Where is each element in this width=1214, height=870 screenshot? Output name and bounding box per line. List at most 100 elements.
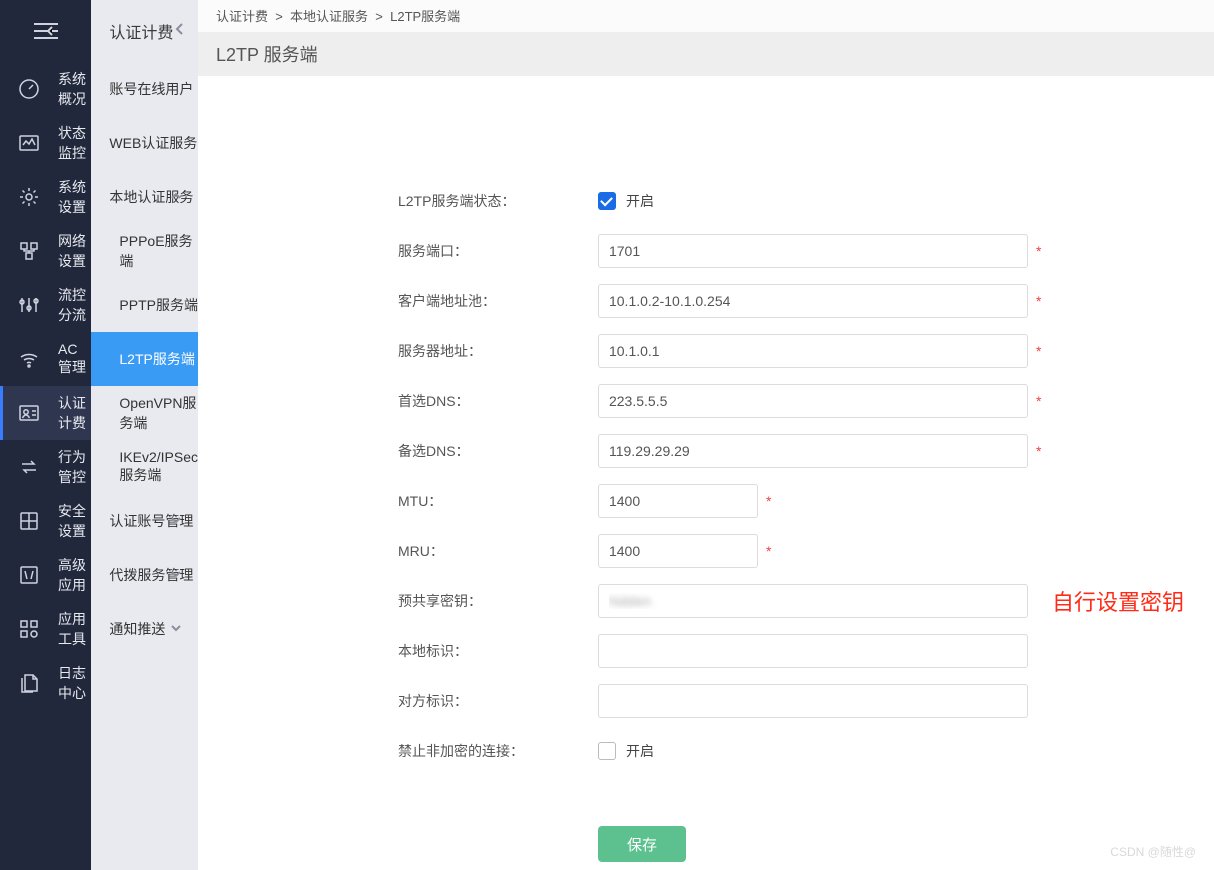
- gear-icon: [18, 186, 40, 208]
- required-mark: *: [1036, 243, 1041, 259]
- dns1-input[interactable]: [598, 384, 1028, 418]
- secondary-nav-title-text: 认证计费: [109, 19, 173, 43]
- log-icon: [18, 672, 40, 694]
- row-dns2: 备选DNS： *: [198, 426, 1184, 476]
- app-icon: [18, 564, 40, 586]
- nav1-item-11[interactable]: 日志中心: [0, 656, 91, 710]
- status-checkbox[interactable]: [598, 192, 616, 210]
- port-input[interactable]: [598, 234, 1028, 268]
- nav2-item-1[interactable]: WEB认证服务: [91, 116, 198, 170]
- label-port: 服务端口：: [398, 241, 598, 261]
- breadcrumb-item[interactable]: 本地认证服务: [290, 9, 368, 24]
- monitor-icon: [18, 132, 40, 154]
- main-content: 认证计费 > 本地认证服务 > L2TP服务端 L2TP 服务端 L2TP服务端…: [198, 0, 1214, 870]
- nav2-sub-2-2[interactable]: L2TP服务端: [91, 332, 198, 386]
- label-mru: MRU：: [398, 541, 598, 561]
- required-mark: *: [1036, 293, 1041, 309]
- mtu-input[interactable]: [598, 484, 758, 518]
- nav1-item-0[interactable]: 系统概况: [0, 62, 91, 116]
- nav1-item-label: 认证计费: [58, 393, 91, 433]
- primary-nav: 系统概况状态监控系统设置网络设置流控分流 AC管理认证计费行为管控安全设置高级应用…: [0, 0, 91, 870]
- chevron-up-icon: [170, 189, 182, 205]
- label-dns1: 首选DNS：: [398, 391, 598, 411]
- nav1-item-label: 系统概况: [58, 69, 91, 109]
- nav1-item-label: 状态监控: [58, 123, 91, 163]
- nav1-item-4[interactable]: 流控分流: [0, 278, 91, 332]
- label-noenc: 禁止非加密的连接：: [398, 741, 598, 761]
- row-status: L2TP服务端状态： 开启: [198, 176, 1184, 226]
- nav1-item-1[interactable]: 状态监控: [0, 116, 91, 170]
- nav1-item-label: 系统设置: [58, 177, 91, 217]
- row-psk: 预共享密钥： 自行设置密钥: [198, 576, 1184, 626]
- nav2-item-4[interactable]: 代拨服务管理: [91, 548, 198, 602]
- row-mtu: MTU： *: [198, 476, 1184, 526]
- nav2-sub-2-1[interactable]: PPTP服务端: [91, 278, 198, 332]
- nav1-item-8[interactable]: 安全设置: [0, 494, 91, 548]
- nav1-item-7[interactable]: 行为管控: [0, 440, 91, 494]
- breadcrumb-item: L2TP服务端: [390, 9, 460, 24]
- remoteid-input[interactable]: [598, 684, 1028, 718]
- nav2-item-label: WEB认证服务: [109, 133, 197, 153]
- save-button[interactable]: 保存: [598, 826, 686, 862]
- swap-icon: [18, 456, 40, 478]
- noenc-checkbox[interactable]: [598, 742, 616, 760]
- nav-collapse-button[interactable]: [0, 0, 91, 62]
- row-mru: MRU： *: [198, 526, 1184, 576]
- nav2-sub-label: OpenVPN服务端: [119, 393, 198, 433]
- label-remoteid: 对方标识：: [398, 691, 598, 711]
- row-localid: 本地标识：: [198, 626, 1184, 676]
- chevron-down-icon: [170, 513, 182, 529]
- secondary-nav-title: 认证计费: [91, 0, 198, 62]
- label-status: L2TP服务端状态：: [398, 191, 598, 211]
- row-port: 服务端口： *: [198, 226, 1184, 276]
- nav1-item-9[interactable]: 高级应用: [0, 548, 91, 602]
- label-pool: 客户端地址池：: [398, 291, 598, 311]
- noenc-checkbox-label: 开启: [626, 741, 654, 761]
- nav1-item-2[interactable]: 系统设置: [0, 170, 91, 224]
- psk-input[interactable]: [598, 584, 1028, 618]
- l2tp-form: L2TP服务端状态： 开启 服务端口： * 客户端地址池： * 服务器地址： *…: [198, 76, 1214, 862]
- nav1-item-label: 流控分流: [58, 285, 91, 325]
- nav1-item-6[interactable]: 认证计费: [0, 386, 91, 440]
- nav2-item-0[interactable]: 账号在线用户: [91, 62, 198, 116]
- nav1-item-10[interactable]: 应用工具: [0, 602, 91, 656]
- server-input[interactable]: [598, 334, 1028, 368]
- breadcrumb-item[interactable]: 认证计费: [216, 9, 268, 24]
- localid-input[interactable]: [598, 634, 1028, 668]
- required-mark: *: [1036, 343, 1041, 359]
- pool-input[interactable]: [598, 284, 1028, 318]
- label-mtu: MTU：: [398, 491, 598, 511]
- nav1-item-3[interactable]: 网络设置: [0, 224, 91, 278]
- mru-input[interactable]: [598, 534, 758, 568]
- breadcrumb: 认证计费 > 本地认证服务 > L2TP服务端: [198, 0, 1214, 32]
- chevron-down-icon: [170, 567, 182, 583]
- required-mark: *: [766, 493, 771, 509]
- chevron-left-icon[interactable]: [174, 22, 184, 41]
- control-noenc: 开启: [598, 741, 1028, 761]
- nav2-item-3[interactable]: 认证账号管理: [91, 494, 198, 548]
- nav1-item-label: 安全设置: [58, 501, 91, 541]
- required-mark: *: [766, 543, 771, 559]
- dashboard-icon: [18, 78, 40, 100]
- label-localid: 本地标识：: [398, 641, 598, 661]
- menu-collapse-icon: [32, 21, 60, 41]
- nav1-item-label: 网络设置: [58, 231, 91, 271]
- row-pool: 客户端地址池： *: [198, 276, 1184, 326]
- nav1-item-label: 高级应用: [58, 555, 91, 595]
- secondary-nav: 认证计费 账号在线用户 WEB认证服务本地认证服务PPPoE服务端 PPTP服务端 L…: [91, 0, 198, 870]
- nav1-item-label: 行为管控: [58, 447, 91, 487]
- nav2-item-2[interactable]: 本地认证服务: [91, 170, 198, 224]
- nav2-item-5[interactable]: 通知推送: [91, 602, 198, 656]
- chevron-down-icon: [170, 621, 182, 637]
- nav2-sub-2-3[interactable]: OpenVPN服务端: [91, 386, 198, 440]
- nav2-sub-label: PPTP服务端: [119, 295, 198, 315]
- nav2-sub-2-4[interactable]: IKEv2/IPSec服务端: [91, 440, 198, 494]
- wifi-icon: [18, 348, 40, 370]
- nav2-sub-label: L2TP服务端: [119, 349, 194, 369]
- label-psk: 预共享密钥：: [398, 591, 598, 611]
- dns2-input[interactable]: [598, 434, 1028, 468]
- row-dns1: 首选DNS： *: [198, 376, 1184, 426]
- nav1-item-5[interactable]: AC管理: [0, 332, 91, 386]
- nav1-item-label: AC管理: [58, 341, 91, 377]
- nav2-sub-2-0[interactable]: PPPoE服务端: [91, 224, 198, 278]
